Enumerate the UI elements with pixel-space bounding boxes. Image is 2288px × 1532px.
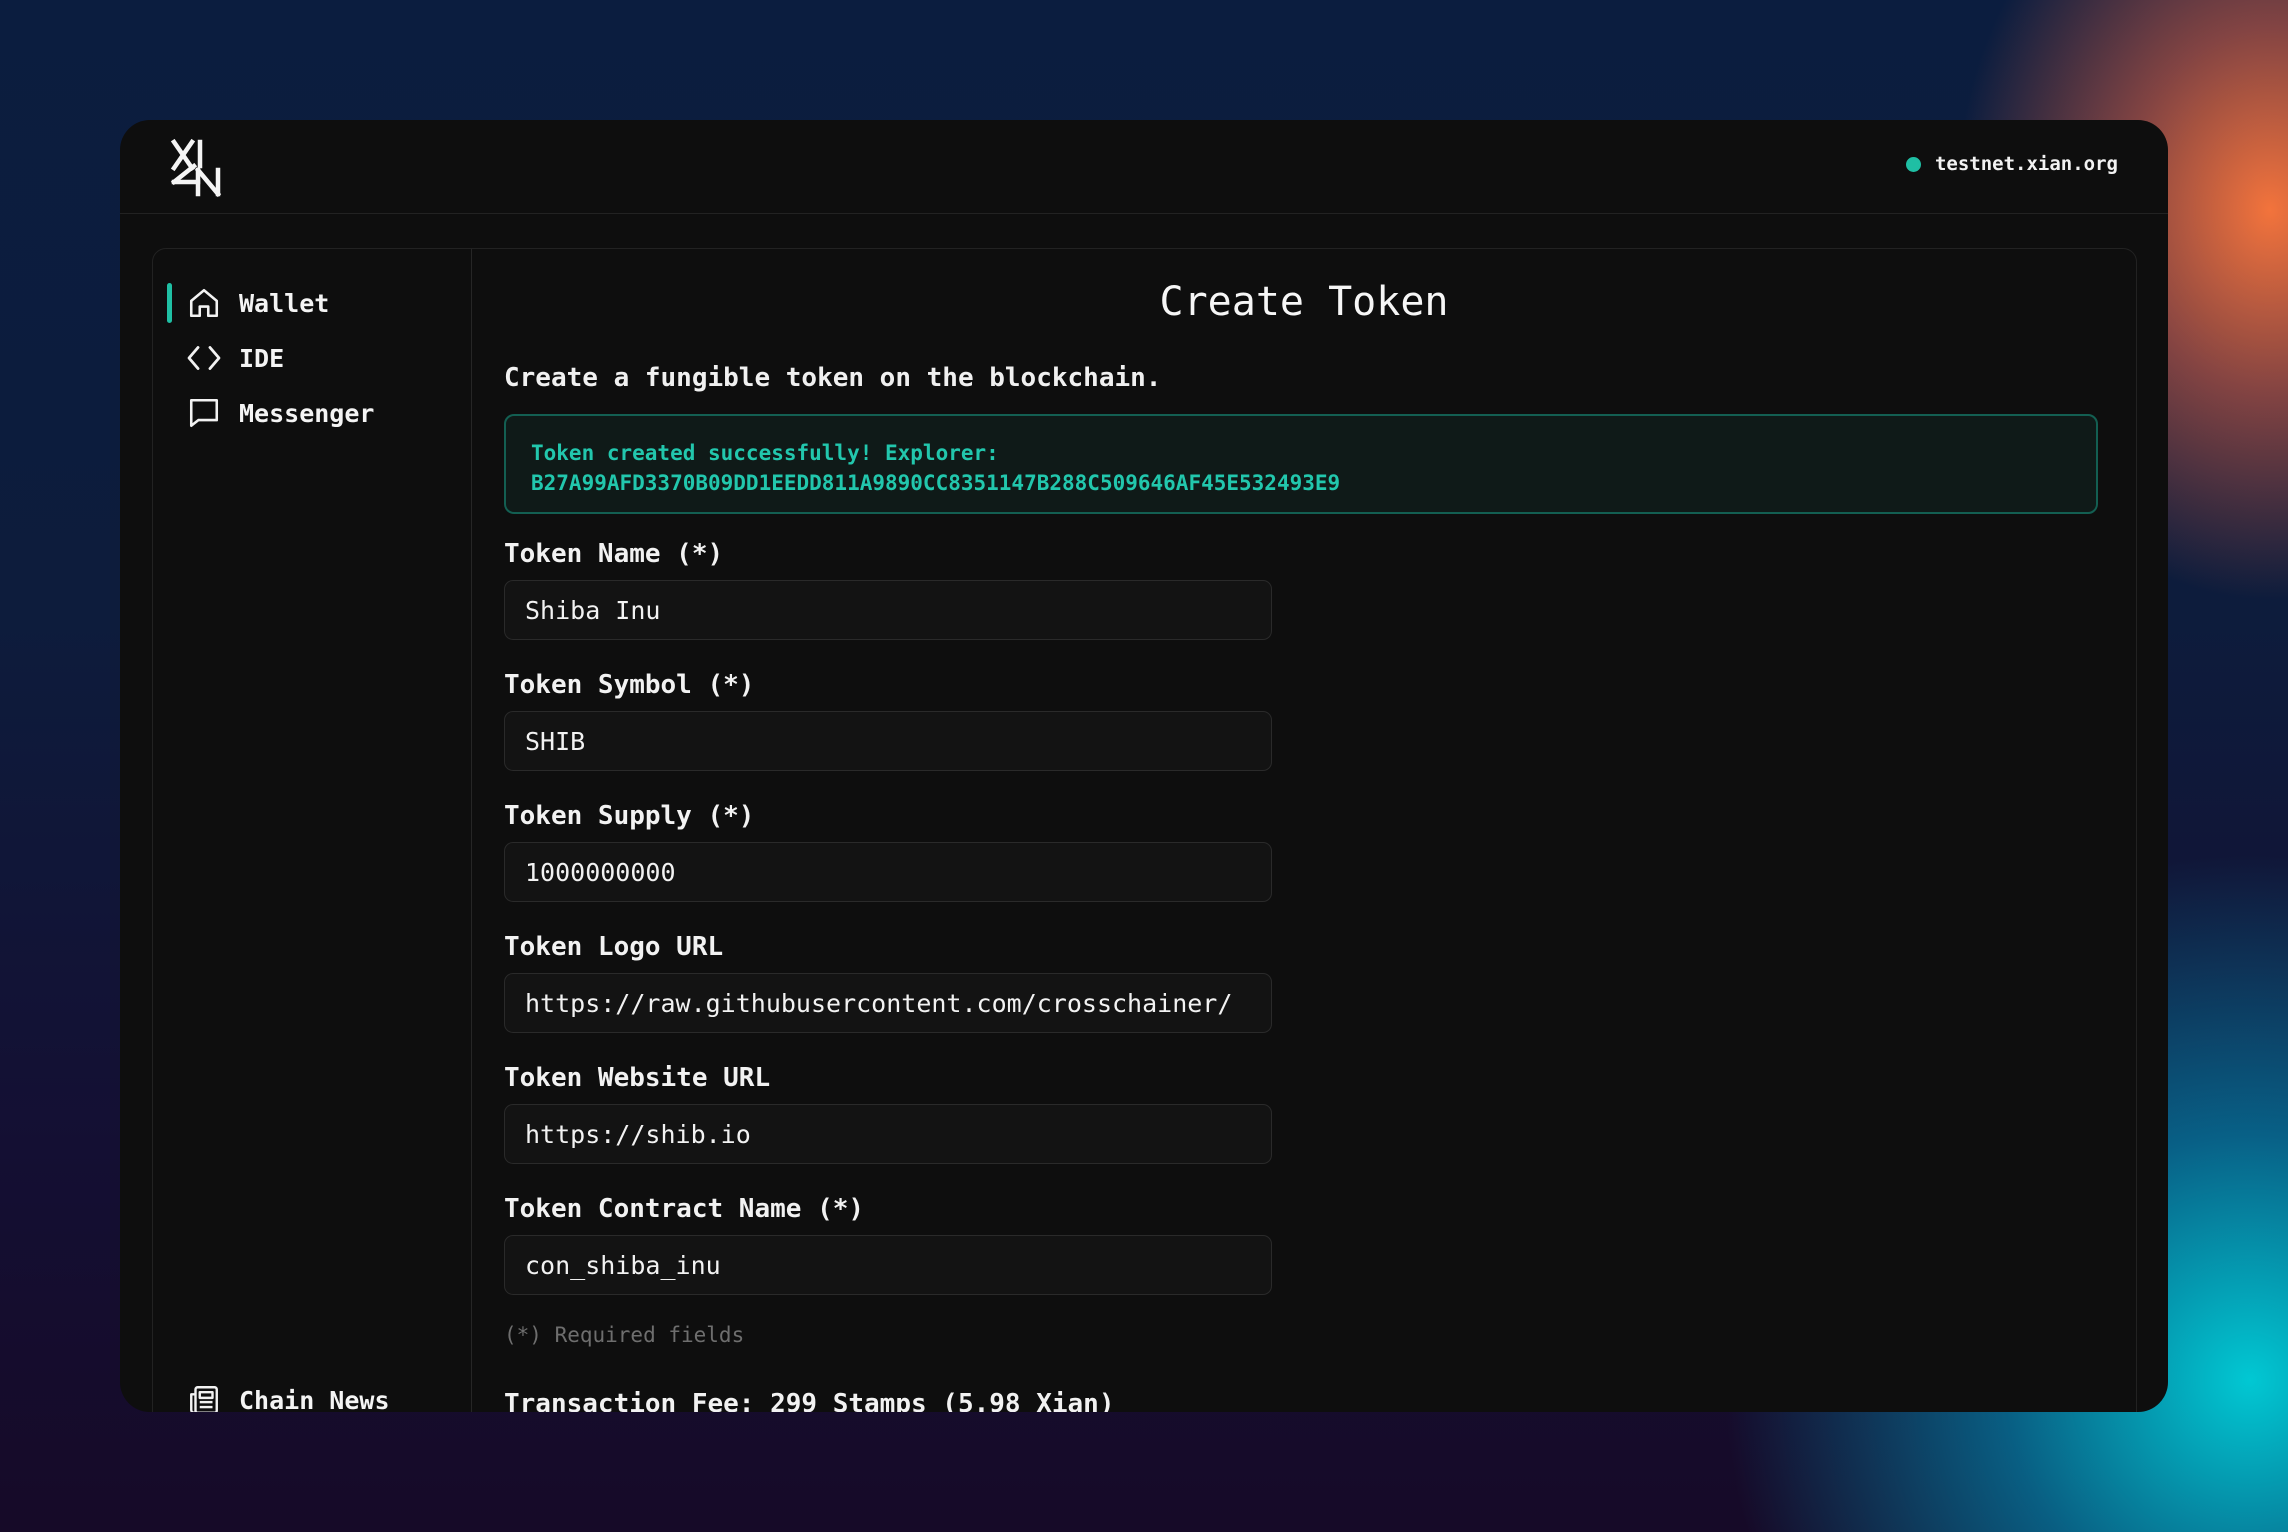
token-website-url-input[interactable]: https://shib.io (504, 1104, 1272, 1164)
code-icon (185, 339, 223, 377)
sidebar-item-messenger[interactable]: Messenger (185, 393, 374, 433)
sidebar-item-label: Wallet (239, 288, 330, 318)
sidebar-item-chain-news[interactable]: Chain News (185, 1380, 390, 1412)
header: testnet.xian.org (120, 120, 2168, 214)
chat-icon (185, 394, 223, 432)
success-message: Token created successfully! Explorer: (531, 441, 999, 465)
token-name-label: Token Name (*) (504, 539, 724, 569)
transaction-fee-text: Transaction Fee: 299 Stamps (5.98 Xian) (504, 1389, 1115, 1412)
token-website-url-label: Token Website URL (504, 1063, 771, 1093)
network-indicator[interactable]: testnet.xian.org (1905, 153, 2118, 175)
sidebar-item-wallet[interactable]: Wallet (185, 283, 329, 323)
token-supply-input[interactable]: 1000000000 (504, 842, 1272, 902)
content-frame: Wallet IDE Messenger Chain News Create T… (152, 248, 2137, 1412)
xian-logo[interactable] (168, 138, 228, 198)
sidebar-item-label: Messenger (239, 398, 375, 428)
token-contract-name-label: Token Contract Name (*) (504, 1194, 865, 1224)
required-fields-note: (*) Required fields (504, 1323, 745, 1347)
sidebar-item-ide[interactable]: IDE (185, 338, 284, 378)
home-icon (185, 284, 223, 322)
token-logo-url-label: Token Logo URL (504, 932, 724, 962)
app-window: testnet.xian.org Wallet IDE Messenger Ch… (120, 120, 2168, 1412)
page-title: Create Token (1159, 279, 1449, 325)
token-logo-url-input[interactable]: https://raw.githubusercontent.com/crossc… (504, 973, 1272, 1033)
main-content: Create Token Create a fungible token on … (472, 249, 2136, 1412)
sidebar: Wallet IDE Messenger Chain News (153, 249, 472, 1412)
token-contract-name-input[interactable]: con_shiba_inu (504, 1235, 1272, 1295)
sidebar-item-label: Chain News (239, 1385, 390, 1413)
token-symbol-label: Token Symbol (*) (504, 670, 755, 700)
network-status-dot (1905, 156, 1921, 172)
page-subtitle: Create a fungible token on the blockchai… (504, 363, 1162, 393)
network-label: testnet.xian.org (1934, 153, 2118, 175)
newspaper-icon (185, 1381, 223, 1412)
success-alert: Token created successfully! Explorer: B2… (504, 414, 2098, 514)
active-nav-indicator (167, 283, 172, 323)
explorer-tx-hash-link[interactable]: B27A99AFD3370B09DD1EEDD811A9890CC8351147… (531, 468, 2071, 498)
token-symbol-input[interactable]: SHIB (504, 711, 1272, 771)
token-supply-label: Token Supply (*) (504, 801, 755, 831)
sidebar-item-label: IDE (239, 343, 285, 373)
token-name-input[interactable]: Shiba Inu (504, 580, 1272, 640)
